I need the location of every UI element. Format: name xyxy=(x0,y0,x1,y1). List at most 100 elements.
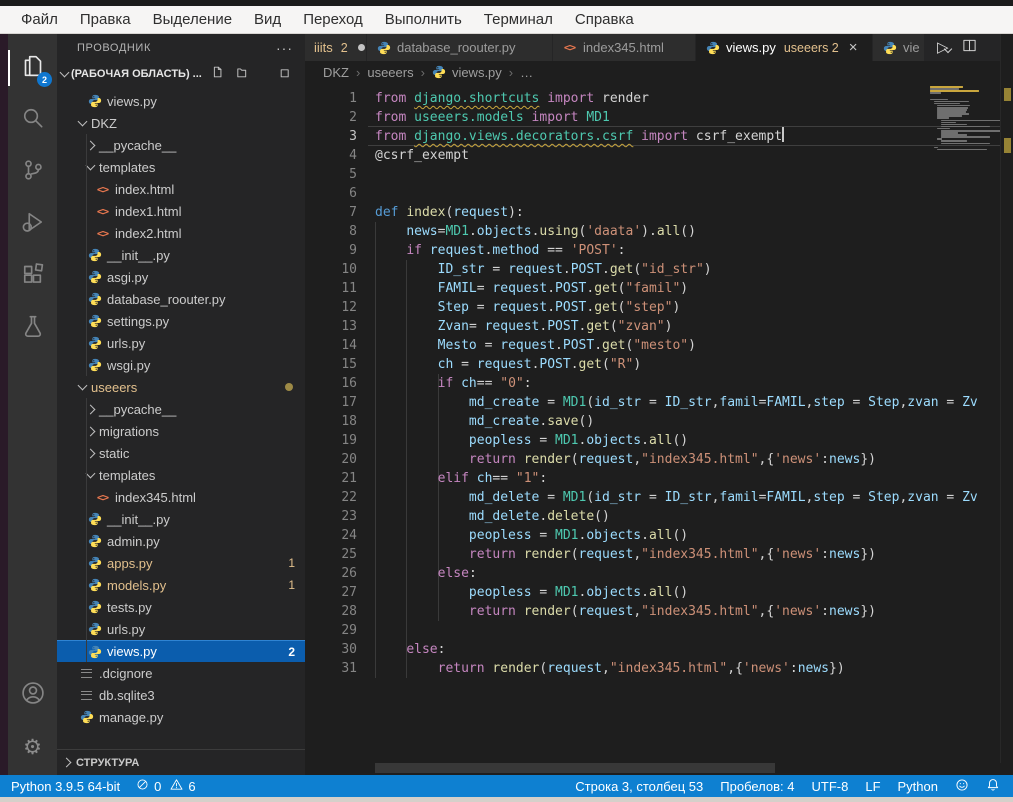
tree-item-migrations[interactable]: migrations xyxy=(57,420,305,442)
code-line-6[interactable]: 6 xyxy=(305,184,1013,203)
tree-item-__init__.py[interactable]: __init__.py xyxy=(57,508,305,530)
tree-item-views.py[interactable]: views.py2 xyxy=(57,640,305,662)
tree-item-urls.py[interactable]: urls.py xyxy=(57,332,305,354)
tree-item-index1.html[interactable]: <>index1.html xyxy=(57,200,305,222)
status-feedback[interactable] xyxy=(955,775,969,797)
menu-Терминал[interactable]: Терминал xyxy=(473,6,564,33)
code-line-27[interactable]: 27 peopless = MD1.objects.all() xyxy=(305,583,1013,602)
code-line-26[interactable]: 26 else: xyxy=(305,564,1013,583)
new-folder-icon[interactable] xyxy=(233,65,247,82)
code-line-20[interactable]: 20 return render(request,"index345.html"… xyxy=(305,450,1013,469)
activity-explorer[interactable]: 2 xyxy=(8,44,57,92)
breadcrumb-item-DKZ[interactable]: DKZ xyxy=(323,65,349,80)
menu-Выделение[interactable]: Выделение xyxy=(142,6,243,33)
code-line-13[interactable]: 13 Zvan= request.POST.get("zvan") xyxy=(305,317,1013,336)
tree-item-templates[interactable]: templates xyxy=(57,464,305,486)
activity-settings[interactable]: ⚙ xyxy=(8,723,57,771)
tree-item-admin.py[interactable]: admin.py xyxy=(57,530,305,552)
menu-Справка[interactable]: Справка xyxy=(564,6,645,33)
refresh-icon[interactable] xyxy=(256,65,270,82)
status-cursor-position[interactable]: Строка 3, столбец 53 xyxy=(575,775,703,797)
tree-item-.dcignore[interactable]: .dcignore xyxy=(57,662,305,684)
code-line-22[interactable]: 22 md_delete = MD1(id_str = ID_str,famil… xyxy=(305,488,1013,507)
code-line-25[interactable]: 25 return render(request,"index345.html"… xyxy=(305,545,1013,564)
tree-item-wsgi.py[interactable]: wsgi.py xyxy=(57,354,305,376)
status-encoding[interactable]: UTF-8 xyxy=(812,775,849,797)
code-line-4[interactable]: 4@csrf_exempt xyxy=(305,146,1013,165)
tree-item-DKZ[interactable]: DKZ xyxy=(57,112,305,134)
tree-item-index.html[interactable]: <>index.html xyxy=(57,178,305,200)
tree-item-settings.py[interactable]: settings.py xyxy=(57,310,305,332)
menu-Переход[interactable]: Переход xyxy=(292,6,374,33)
code-line-12[interactable]: 12 Step = request.POST.get("step") xyxy=(305,298,1013,317)
tree-item-urls.py[interactable]: urls.py xyxy=(57,618,305,640)
code-line-31[interactable]: 31 return render(request,"index345.html"… xyxy=(305,659,1013,678)
tree-item-__init__.py[interactable]: __init__.py xyxy=(57,244,305,266)
tree-item-asgi.py[interactable]: asgi.py xyxy=(57,266,305,288)
code-line-10[interactable]: 10 ID_str = request.POST.get("id_str") xyxy=(305,260,1013,279)
code-line-19[interactable]: 19 peopless = MD1.objects.all() xyxy=(305,431,1013,450)
code-line-1[interactable]: 1from django.shortcuts import render xyxy=(305,89,1013,108)
code-line-15[interactable]: 15 ch = request.POST.get("R") xyxy=(305,355,1013,374)
code-line-29[interactable]: 29 xyxy=(305,621,1013,640)
breadcrumb-item-useeers[interactable]: useeers xyxy=(367,65,413,80)
run-button[interactable]: ▷ xyxy=(937,38,951,57)
status-indentation[interactable]: Пробелов: 4 xyxy=(720,775,794,797)
code-line-11[interactable]: 11 FAMIL= request.POST.get("famil") xyxy=(305,279,1013,298)
activity-search[interactable] xyxy=(8,96,57,144)
tree-item-templates[interactable]: templates xyxy=(57,156,305,178)
tree-item-index345.html[interactable]: <>index345.html xyxy=(57,486,305,508)
activity-source-control[interactable] xyxy=(8,148,57,196)
breadcrumb-item-views.py[interactable]: views.py xyxy=(432,65,502,80)
activity-testing[interactable] xyxy=(8,304,57,352)
tree-item-apps.py[interactable]: apps.py1 xyxy=(57,552,305,574)
tree-item-useeers[interactable]: useeers xyxy=(57,376,305,398)
code-line-3[interactable]: 3from django.views.decorators.csrf impor… xyxy=(305,127,1013,146)
code-line-2[interactable]: 2from useeers.models import MD1 xyxy=(305,108,1013,127)
code-line-9[interactable]: 9 if request.method == 'POST': xyxy=(305,241,1013,260)
tree-item-__pycache__[interactable]: __pycache__ xyxy=(57,398,305,420)
code-line-5[interactable]: 5 xyxy=(305,165,1013,184)
activity-run-debug[interactable] xyxy=(8,200,57,248)
tab-views.py[interactable]: views.pyuseeers 2× xyxy=(696,34,873,61)
code-line-7[interactable]: 7def index(request): xyxy=(305,203,1013,222)
code-line-18[interactable]: 18 md_create.save() xyxy=(305,412,1013,431)
tree-item-tests.py[interactable]: tests.py xyxy=(57,596,305,618)
tree-item-views.py[interactable]: views.py xyxy=(57,90,305,112)
code-line-8[interactable]: 8 news=MD1.objects.using('daata').all() xyxy=(305,222,1013,241)
status-notifications[interactable] xyxy=(986,775,1000,797)
vertical-scrollbar[interactable] xyxy=(1000,34,1013,763)
activity-extensions[interactable] xyxy=(8,252,57,300)
tree-item-db.sqlite3[interactable]: db.sqlite3 xyxy=(57,684,305,706)
menu-Правка[interactable]: Правка xyxy=(69,6,142,33)
sidebar-more-actions[interactable]: ··· xyxy=(276,40,293,56)
code-line-16[interactable]: 16 if ch== "0": xyxy=(305,374,1013,393)
menu-Выполнить[interactable]: Выполнить xyxy=(374,6,473,33)
status-language-mode[interactable]: Python xyxy=(898,775,938,797)
workspace-section-header[interactable]: (РАБОЧАЯ ОБЛАСТЬ) ... xyxy=(57,61,305,86)
code-line-21[interactable]: 21 elif ch== "1": xyxy=(305,469,1013,488)
code-line-23[interactable]: 23 md_delete.delete() xyxy=(305,507,1013,526)
code-line-17[interactable]: 17 md_create = MD1(id_str = ID_str,famil… xyxy=(305,393,1013,412)
breadcrumb-item-…[interactable]: … xyxy=(520,65,533,80)
status-eol[interactable]: LF xyxy=(865,775,880,797)
tab-database_roouter.py[interactable]: database_roouter.py xyxy=(367,34,553,61)
code-editor[interactable]: 1from django.shortcuts import render2fro… xyxy=(305,83,1013,763)
code-line-14[interactable]: 14 Mesto = request.POST.get("mesto") xyxy=(305,336,1013,355)
tree-item-__pycache__[interactable]: __pycache__ xyxy=(57,134,305,156)
tab-iiits[interactable]: iiits2 xyxy=(305,34,367,61)
tree-item-static[interactable]: static xyxy=(57,442,305,464)
collapse-all-icon[interactable] xyxy=(279,65,293,82)
tree-item-manage.py[interactable]: manage.py xyxy=(57,706,305,728)
menu-Вид[interactable]: Вид xyxy=(243,6,292,33)
outline-section[interactable]: СТРУКТУРА xyxy=(57,749,305,775)
tab-vie[interactable]: vie xyxy=(873,34,925,61)
close-icon[interactable]: × xyxy=(849,40,858,55)
activity-account[interactable] xyxy=(8,671,57,719)
tab-index345.html[interactable]: <>index345.html xyxy=(553,34,696,61)
menu-Файл[interactable]: Файл xyxy=(10,6,69,33)
tree-item-index2.html[interactable]: <>index2.html xyxy=(57,222,305,244)
horizontal-scrollbar-thumb[interactable] xyxy=(375,763,775,773)
code-line-24[interactable]: 24 peopless = MD1.objects.all() xyxy=(305,526,1013,545)
status-python-version[interactable]: Python 3.9.5 64-bit xyxy=(11,775,120,797)
